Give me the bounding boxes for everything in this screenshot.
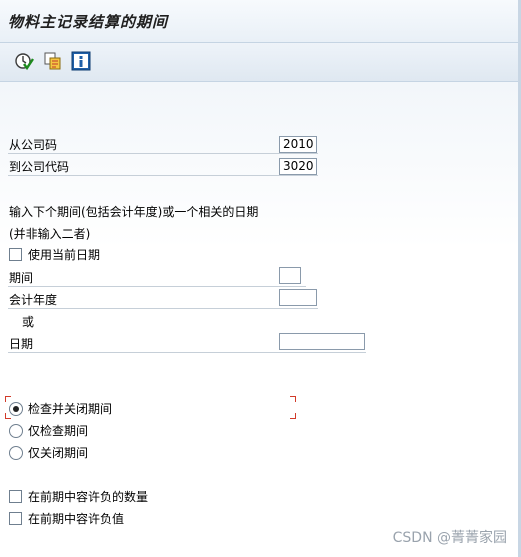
or-text: 或 xyxy=(22,315,35,329)
allow-negative-value-checkbox[interactable] xyxy=(9,512,22,525)
info-icon[interactable] xyxy=(71,51,91,71)
title-bar: 物料主记录结算的期间 xyxy=(0,0,521,43)
date-label: 日期 xyxy=(9,337,34,351)
focus-corner xyxy=(5,396,11,402)
check-and-close-label: 检查并关闭期间 xyxy=(28,402,113,416)
allow-negative-value-label: 在前期中容许负值 xyxy=(28,512,125,526)
execute-icon[interactable] xyxy=(14,51,34,71)
check-and-close-radio[interactable] xyxy=(9,402,23,416)
focus-corner xyxy=(290,396,296,402)
divider xyxy=(8,286,306,287)
toolbar xyxy=(0,43,521,82)
check-only-label: 仅检查期间 xyxy=(28,424,89,438)
to-company-code-input[interactable]: 3020 xyxy=(279,158,317,175)
allow-negative-qty-label: 在前期中容许负的数量 xyxy=(28,490,149,504)
fiscal-year-input[interactable] xyxy=(279,289,317,306)
divider xyxy=(8,175,318,176)
to-company-code-label: 到公司代码 xyxy=(9,160,70,174)
focus-corner xyxy=(290,413,296,419)
from-company-code-label: 从公司码 xyxy=(9,138,58,152)
period-label: 期间 xyxy=(9,271,34,285)
copy-variant-icon[interactable] xyxy=(43,51,63,71)
fiscal-year-label: 会计年度 xyxy=(9,293,58,307)
allow-negative-qty-checkbox[interactable] xyxy=(9,490,22,503)
check-only-radio[interactable] xyxy=(9,424,23,438)
divider xyxy=(8,308,318,309)
use-current-date-label: 使用当前日期 xyxy=(28,248,101,262)
page-title: 物料主记录结算的期间 xyxy=(8,13,169,31)
close-only-radio[interactable] xyxy=(9,446,23,460)
instruction-note: (并非输入二者) xyxy=(9,227,91,241)
use-current-date-checkbox[interactable] xyxy=(9,248,22,261)
divider xyxy=(8,352,366,353)
watermark: CSDN @菁菁家园 xyxy=(392,530,507,546)
close-only-label: 仅关闭期间 xyxy=(28,446,89,460)
from-company-code-input[interactable]: 2010 xyxy=(279,136,317,153)
instruction-text: 输入下个期间(包括会计年度)或一个相关的日期 xyxy=(9,205,259,219)
divider xyxy=(8,153,318,154)
period-input[interactable] xyxy=(279,267,301,284)
date-input[interactable] xyxy=(279,333,365,350)
